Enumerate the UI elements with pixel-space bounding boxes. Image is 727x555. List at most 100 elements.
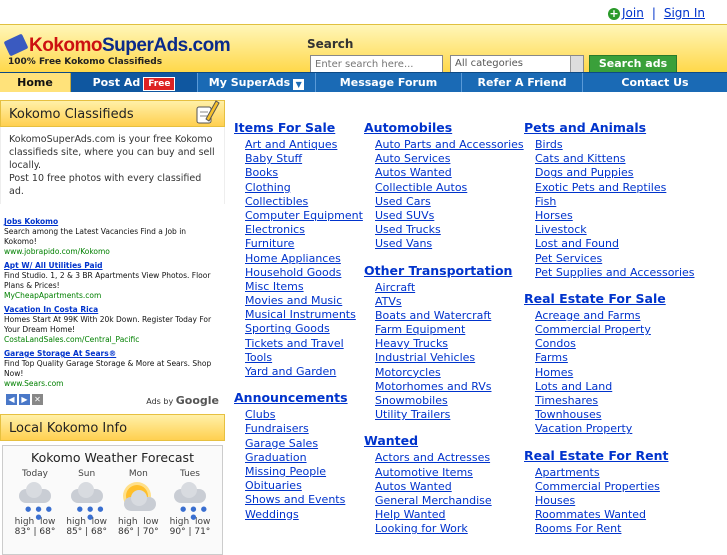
category-link[interactable]: Yard and Garden: [245, 365, 363, 379]
nav-post-ad[interactable]: Post Ad Free: [71, 73, 197, 92]
category-link[interactable]: Obituaries: [245, 479, 363, 493]
category-link[interactable]: Boats and Watercraft: [375, 309, 524, 323]
category-link[interactable]: Pet Services: [535, 252, 695, 266]
category-link[interactable]: Commercial Property: [535, 323, 695, 337]
category-link[interactable]: Rooms For Rent: [535, 522, 695, 536]
sign-in-link[interactable]: Sign In: [664, 6, 705, 20]
ad-prev-icon[interactable]: ◀: [6, 394, 17, 405]
ad-title[interactable]: Apt W/ All Utilities Paid: [4, 260, 221, 271]
category-link[interactable]: Utility Trailers: [375, 408, 524, 422]
join-label[interactable]: Join: [622, 6, 644, 20]
ad-item[interactable]: Vacation In Costa Rica Homes Start At 99K…: [4, 304, 221, 345]
category-link[interactable]: Used Vans: [375, 237, 524, 251]
category-link[interactable]: Aircraft: [375, 281, 524, 295]
category-link[interactable]: Acreage and Farms: [535, 309, 695, 323]
category-link[interactable]: Apartments: [535, 466, 695, 480]
nav-message-forum[interactable]: Message Forum: [315, 73, 461, 92]
category-heading[interactable]: Pets and Animals: [524, 120, 695, 138]
category-link[interactable]: Missing People: [245, 465, 363, 479]
category-link[interactable]: Homes: [535, 366, 695, 380]
category-link[interactable]: Exotic Pets and Reptiles: [535, 181, 695, 195]
category-link[interactable]: Pet Supplies and Accessories: [535, 266, 695, 280]
category-link[interactable]: Tools: [245, 351, 363, 365]
category-link[interactable]: Shows and Events: [245, 493, 363, 507]
ad-title[interactable]: Jobs Kokomo: [4, 216, 221, 227]
category-link[interactable]: Autos Wanted: [375, 480, 524, 494]
category-link[interactable]: Fish: [535, 195, 695, 209]
ad-url[interactable]: CostaLandSales.com/Central_Pacific: [4, 335, 221, 345]
category-link[interactable]: Collectibles: [245, 195, 363, 209]
category-link[interactable]: Actors and Actresses: [375, 451, 524, 465]
category-link[interactable]: Misc Items: [245, 280, 363, 294]
category-select[interactable]: All categories: [450, 55, 584, 73]
nav-refer-friend[interactable]: Refer A Friend: [461, 73, 582, 92]
category-link[interactable]: Used Trucks: [375, 223, 524, 237]
category-link[interactable]: Autos Wanted: [375, 166, 524, 180]
category-link[interactable]: Motorcycles: [375, 366, 524, 380]
nav-my-superads[interactable]: My SuperAds ▼: [197, 73, 315, 92]
category-link[interactable]: ATVs: [375, 295, 524, 309]
category-link[interactable]: Cats and Kittens: [535, 152, 695, 166]
category-link[interactable]: Clothing: [245, 181, 363, 195]
category-link[interactable]: Sporting Goods: [245, 322, 363, 336]
category-link[interactable]: Industrial Vehicles: [375, 351, 524, 365]
ads-by-label[interactable]: Ads by Google: [146, 394, 219, 407]
category-link[interactable]: Snowmobiles: [375, 394, 524, 408]
category-link[interactable]: Birds: [535, 138, 695, 152]
ad-url[interactable]: MyCheapApartments.com: [4, 291, 221, 301]
category-link[interactable]: Timeshares: [535, 394, 695, 408]
ad-item[interactable]: Jobs Kokomo Search among the Latest Vacan…: [4, 216, 221, 257]
category-link[interactable]: Motorhomes and RVs: [375, 380, 524, 394]
ad-item[interactable]: Garage Storage At Sears® Find Top Quality…: [4, 348, 221, 389]
category-heading[interactable]: Wanted: [364, 433, 524, 451]
category-link[interactable]: Houses: [535, 494, 695, 508]
nav-contact-us[interactable]: Contact Us: [582, 73, 727, 92]
category-link[interactable]: Home Appliances: [245, 252, 363, 266]
category-heading[interactable]: Real Estate For Rent: [524, 448, 695, 466]
ad-title[interactable]: Garage Storage At Sears®: [4, 348, 221, 359]
ad-next-icon[interactable]: ▶: [19, 394, 30, 405]
category-link[interactable]: Commercial Properties: [535, 480, 695, 494]
category-link[interactable]: Lots and Land: [535, 380, 695, 394]
category-heading[interactable]: Items For Sale: [234, 120, 363, 138]
category-link[interactable]: Horses: [535, 209, 695, 223]
category-link[interactable]: Movies and Music: [245, 294, 363, 308]
category-link[interactable]: Roommates Wanted: [535, 508, 695, 522]
category-link[interactable]: Baby Stuff: [245, 152, 363, 166]
search-input[interactable]: [310, 55, 443, 73]
category-link[interactable]: Tickets and Travel: [245, 337, 363, 351]
ad-info-icon[interactable]: ✕: [32, 394, 43, 405]
category-link[interactable]: Automotive Items: [375, 466, 524, 480]
ad-title[interactable]: Vacation In Costa Rica: [4, 304, 221, 315]
category-link[interactable]: Townhouses: [535, 408, 695, 422]
category-link[interactable]: Weddings: [245, 508, 363, 522]
category-link[interactable]: Musical Instruments: [245, 308, 363, 322]
category-link[interactable]: Lost and Found: [535, 237, 695, 251]
category-heading[interactable]: Announcements: [234, 390, 363, 408]
category-link[interactable]: General Merchandise: [375, 494, 524, 508]
category-link[interactable]: Books: [245, 166, 363, 180]
category-link[interactable]: Auto Services: [375, 152, 524, 166]
category-link[interactable]: Auto Parts and Accessories: [375, 138, 524, 152]
category-link[interactable]: Livestock: [535, 223, 695, 237]
nav-home[interactable]: Home: [0, 73, 71, 92]
category-link[interactable]: Condos: [535, 337, 695, 351]
category-link[interactable]: Garage Sales: [245, 437, 363, 451]
category-link[interactable]: Household Goods: [245, 266, 363, 280]
ad-url[interactable]: www.Sears.com: [4, 379, 221, 389]
ad-item[interactable]: Apt W/ All Utilities Paid Find Studio. 1,…: [4, 260, 221, 301]
category-link[interactable]: Collectible Autos: [375, 181, 524, 195]
category-link[interactable]: Vacation Property: [535, 422, 695, 436]
site-logo[interactable]: KokomoSuperAds.com: [3, 33, 231, 57]
category-link[interactable]: Used Cars: [375, 195, 524, 209]
search-button[interactable]: Search ads: [589, 55, 677, 73]
category-link[interactable]: Computer Equipment: [245, 209, 363, 223]
category-link[interactable]: Fundraisers: [245, 422, 363, 436]
category-link[interactable]: Farms: [535, 351, 695, 365]
category-link[interactable]: Clubs: [245, 408, 363, 422]
ad-url[interactable]: www.jobrapido.com/Kokomo: [4, 247, 221, 257]
category-heading[interactable]: Real Estate For Sale: [524, 291, 695, 309]
category-heading[interactable]: Automobiles: [364, 120, 524, 138]
category-link[interactable]: Heavy Trucks: [375, 337, 524, 351]
category-link[interactable]: Electronics: [245, 223, 363, 237]
